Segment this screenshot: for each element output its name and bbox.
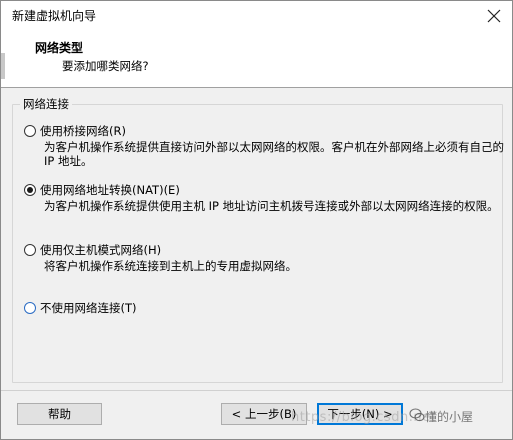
header-divider xyxy=(1,87,512,88)
option-label-bridged[interactable]: 使用桥接网络(R) xyxy=(40,124,126,138)
side-marker xyxy=(1,53,5,79)
radio-nat[interactable] xyxy=(24,184,36,196)
window-title: 新建虚拟机向导 xyxy=(12,9,97,23)
close-button[interactable] xyxy=(482,4,506,28)
footer-divider xyxy=(1,390,512,391)
radio-host-only[interactable] xyxy=(24,244,36,256)
page-subtitle: 要添加哪类网络? xyxy=(62,59,149,73)
wechat-icon xyxy=(409,408,425,422)
option-desc-bridged: 为客户机操作系统提供直接访问外部以太网网络的权限。客户机在外部网络上必须有自己的… xyxy=(44,140,504,168)
page-title: 网络类型 xyxy=(35,41,84,55)
option-desc-host-only: 将客户机操作系统连接到主机上的专用虚拟网络。 xyxy=(44,259,297,273)
option-label-host-only[interactable]: 使用仅主机模式网络(H) xyxy=(40,243,161,257)
title-bar: 新建虚拟机向导 xyxy=(1,1,512,31)
radio-bridged[interactable] xyxy=(24,125,36,137)
wizard-window: 新建虚拟机向导 网络类型 要添加哪类网络? 网络连接 使用桥接网络(R) 为客户… xyxy=(0,0,513,440)
group-legend: 网络连接 xyxy=(20,97,72,111)
radio-no-network[interactable] xyxy=(24,302,36,314)
help-button[interactable]: 帮助 xyxy=(17,403,102,425)
option-desc-nat: 为客户机操作系统提供使用主机 IP 地址访问主机拨号连接或外部以太网网络连接的权… xyxy=(44,199,499,213)
option-label-no-network[interactable]: 不使用网络连接(T) xyxy=(40,301,137,315)
watermark-brand: 懂的小屋 xyxy=(425,410,474,424)
close-icon xyxy=(487,9,501,23)
option-label-nat[interactable]: 使用网络地址转换(NAT)(E) xyxy=(40,183,180,197)
